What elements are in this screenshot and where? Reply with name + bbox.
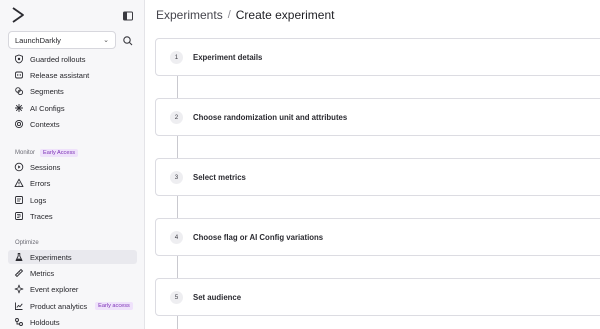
sidebar: LaunchDarkly ⌄ Guarded rollouts Release … bbox=[0, 0, 145, 329]
sidebar-item-experiments[interactable]: Experiments bbox=[8, 250, 137, 264]
step-number: 5 bbox=[170, 290, 183, 304]
traces-icon bbox=[14, 211, 24, 221]
ai-configs-icon bbox=[14, 103, 24, 113]
sidebar-item-label: Traces bbox=[30, 211, 53, 221]
step-set-audience[interactable]: 5 Set audience bbox=[155, 278, 600, 316]
step-label: Choose flag or AI Config variations bbox=[193, 232, 324, 242]
sidebar-item-label: Release assistant bbox=[30, 70, 90, 80]
step-randomization-unit[interactable]: 2 Choose randomization unit and attribut… bbox=[155, 98, 600, 136]
sidebar-item-label: Metrics bbox=[30, 268, 55, 278]
early-access-badge: Early Access bbox=[40, 149, 79, 157]
sidebar-item-errors[interactable]: Errors bbox=[8, 176, 137, 190]
step-label: Select metrics bbox=[193, 172, 246, 182]
sidebar-item-traces[interactable]: Traces bbox=[8, 209, 137, 223]
sidebar-item-guarded-rollouts[interactable]: Guarded rollouts bbox=[8, 52, 137, 66]
sidebar-item-holdouts[interactable]: Holdouts bbox=[8, 315, 137, 329]
sidebar-item-product-analytics[interactable]: Product analytics Early access bbox=[8, 299, 137, 313]
step-connector bbox=[177, 76, 178, 98]
play-circle-icon bbox=[14, 162, 24, 172]
shield-icon bbox=[14, 54, 24, 64]
holdouts-icon bbox=[14, 317, 24, 327]
sidebar-item-metrics[interactable]: Metrics bbox=[8, 266, 137, 280]
step-connector bbox=[177, 316, 178, 329]
section-title: Monitor bbox=[15, 150, 36, 156]
chevron-down-icon: ⌄ bbox=[103, 37, 109, 44]
breadcrumb-experiments-link[interactable]: Experiments bbox=[156, 8, 223, 22]
logs-icon bbox=[14, 195, 24, 205]
sidebar-item-sessions[interactable]: Sessions bbox=[8, 160, 137, 174]
ruler-icon bbox=[14, 268, 24, 278]
sparkle-icon bbox=[14, 284, 24, 294]
org-switcher[interactable]: LaunchDarkly ⌄ bbox=[8, 31, 116, 49]
warning-triangle-icon bbox=[14, 178, 24, 188]
sidebar-item-label: Errors bbox=[30, 178, 51, 188]
release-assistant-icon bbox=[14, 70, 24, 80]
step-number: 3 bbox=[170, 170, 183, 184]
chart-icon bbox=[14, 301, 24, 311]
step-label: Set audience bbox=[193, 292, 242, 302]
sidebar-item-label: Holdouts bbox=[30, 317, 60, 327]
sidebar-item-release-assistant[interactable]: Release assistant bbox=[8, 68, 137, 82]
page-title: Create experiment bbox=[235, 8, 335, 22]
sidebar-item-logs[interactable]: Logs bbox=[8, 193, 137, 207]
sidebar-item-label: Segments bbox=[30, 86, 64, 96]
collapse-sidebar-icon[interactable] bbox=[122, 9, 134, 21]
section-title: Optimize bbox=[15, 240, 39, 246]
section-monitor: Monitor Early Access bbox=[15, 149, 79, 157]
step-number: 1 bbox=[170, 50, 183, 64]
step-connector bbox=[177, 256, 178, 278]
sidebar-item-label: Experiments bbox=[30, 252, 72, 262]
breadcrumb: Experiments / Create experiment bbox=[156, 8, 334, 22]
contexts-icon bbox=[14, 119, 24, 129]
early-access-badge: Early access bbox=[95, 302, 133, 310]
step-number: 2 bbox=[170, 110, 183, 124]
sidebar-item-event-explorer[interactable]: Event explorer bbox=[8, 282, 137, 296]
step-connector bbox=[177, 196, 178, 218]
breadcrumb-separator: / bbox=[227, 9, 231, 21]
step-label: Experiment details bbox=[193, 52, 263, 62]
sidebar-item-label: Logs bbox=[30, 195, 47, 205]
section-optimize: Optimize bbox=[15, 240, 39, 246]
step-label: Choose randomization unit and attributes bbox=[193, 112, 348, 122]
sidebar-item-label: AI Configs bbox=[30, 103, 65, 113]
sidebar-item-label: Product analytics bbox=[30, 301, 88, 311]
search-icon[interactable] bbox=[122, 34, 134, 46]
flask-icon bbox=[14, 252, 24, 262]
step-connector bbox=[177, 136, 178, 158]
org-name: LaunchDarkly bbox=[15, 35, 61, 45]
sidebar-item-label: Contexts bbox=[30, 119, 60, 129]
step-select-metrics[interactable]: 3 Select metrics bbox=[155, 158, 600, 196]
sidebar-item-segments[interactable]: Segments bbox=[8, 84, 137, 98]
segments-icon bbox=[14, 86, 24, 96]
main-content: Experiments / Create experiment 1 Experi… bbox=[146, 0, 600, 329]
launchdarkly-logo-icon[interactable] bbox=[9, 6, 27, 24]
sidebar-item-contexts[interactable]: Contexts bbox=[8, 117, 137, 131]
sidebar-item-ai-configs[interactable]: AI Configs bbox=[8, 101, 137, 115]
sidebar-item-label: Event explorer bbox=[30, 284, 79, 294]
step-choose-variations[interactable]: 4 Choose flag or AI Config variations bbox=[155, 218, 600, 256]
step-number: 4 bbox=[170, 230, 183, 244]
sidebar-item-label: Sessions bbox=[30, 162, 61, 172]
sidebar-item-label: Guarded rollouts bbox=[30, 54, 86, 64]
step-experiment-details[interactable]: 1 Experiment details bbox=[155, 38, 600, 76]
